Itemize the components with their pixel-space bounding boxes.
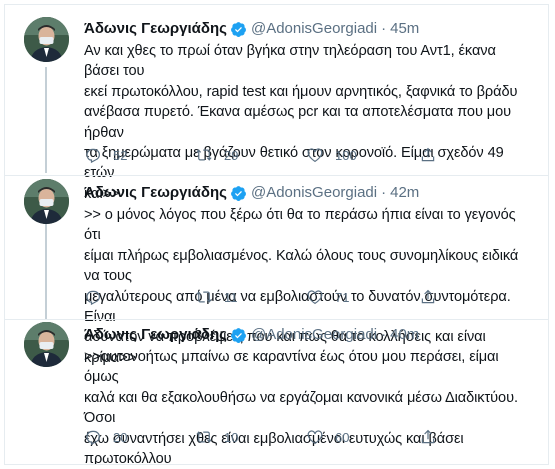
author-handle[interactable]: @AdonisGeorgiadi bbox=[251, 325, 377, 345]
retweet-button[interactable]: 11 bbox=[195, 287, 238, 307]
tweet-header: Άδωνις Γεωργιάδης @AdonisGeorgiadi · 42m bbox=[84, 183, 419, 203]
tweet[interactable]: Άδωνις Γεωργιάδης @AdonisGeorgiadi · 45m… bbox=[5, 5, 548, 202]
reply-button[interactable]: 20 bbox=[84, 427, 127, 447]
author-handle[interactable]: @AdonisGeorgiadi bbox=[251, 183, 377, 203]
author-handle[interactable]: @AdonisGeorgiadi bbox=[251, 19, 377, 39]
timestamp[interactable]: 45m bbox=[390, 19, 419, 39]
like-count: 71 bbox=[335, 289, 350, 305]
reply-button[interactable] bbox=[84, 287, 113, 307]
like-button[interactable]: 71 bbox=[306, 287, 349, 307]
like-count: 100 bbox=[335, 147, 357, 163]
retweet-icon bbox=[196, 149, 212, 161]
timestamp[interactable]: 42m bbox=[390, 183, 419, 203]
retweet-count: 29 bbox=[224, 147, 239, 163]
share-button[interactable] bbox=[419, 427, 437, 447]
reply-count: 52 bbox=[113, 147, 128, 163]
like-button[interactable]: 60 bbox=[306, 427, 349, 447]
retweet-button[interactable]: 10 bbox=[195, 427, 238, 447]
retweet-count: 10 bbox=[224, 429, 239, 445]
reply-button[interactable]: 52 bbox=[84, 145, 127, 165]
separator-dot: · bbox=[381, 326, 387, 343]
share-icon bbox=[421, 147, 435, 162]
retweet-count: 11 bbox=[224, 289, 238, 305]
profile-photo bbox=[24, 322, 69, 367]
author-name[interactable]: Άδωνις Γεωργιάδης bbox=[84, 19, 227, 39]
verified-badge-icon bbox=[231, 185, 246, 201]
tweet-actions: 52 29 100 bbox=[84, 145, 504, 165]
avatar[interactable] bbox=[24, 17, 69, 62]
tweet-header: Άδωνις Γεωργιάδης @AdonisGeorgiadi · 40m bbox=[84, 325, 419, 345]
share-icon bbox=[421, 289, 435, 304]
avatar[interactable] bbox=[24, 179, 69, 224]
verified-badge-icon bbox=[231, 21, 246, 37]
verified-badge-icon bbox=[231, 327, 246, 343]
heart-icon bbox=[307, 148, 323, 163]
tweet-thread: Άδωνις Γεωργιάδης @AdonisGeorgiadi · 45m… bbox=[4, 4, 549, 465]
tweet-header: Άδωνις Γεωργιάδης @AdonisGeorgiadi · 45m bbox=[84, 19, 419, 39]
tweet[interactable]: Άδωνις Γεωργιάδης @AdonisGeorgiadi · 42m… bbox=[5, 176, 548, 366]
profile-photo bbox=[24, 179, 69, 224]
reply-count: 20 bbox=[113, 429, 128, 445]
profile-photo bbox=[24, 17, 69, 62]
reply-icon bbox=[86, 148, 100, 164]
author-name[interactable]: Άδωνις Γεωργιάδης bbox=[84, 183, 227, 203]
heart-icon bbox=[307, 430, 323, 445]
tweet-actions: 20 10 60 bbox=[84, 427, 504, 447]
timestamp[interactable]: 40m bbox=[390, 325, 419, 345]
author-name[interactable]: Άδωνις Γεωργιάδης bbox=[84, 325, 227, 345]
retweet-button[interactable]: 29 bbox=[195, 145, 238, 165]
reply-icon bbox=[86, 430, 100, 446]
retweet-icon bbox=[196, 431, 212, 443]
like-button[interactable]: 100 bbox=[306, 145, 357, 165]
share-button[interactable] bbox=[419, 287, 437, 307]
tweet-text: >>αυτονοήτως μπαίνω σε καραντίνα έως ότο… bbox=[84, 349, 518, 465]
reply-icon bbox=[86, 290, 100, 306]
separator-dot: · bbox=[381, 20, 387, 37]
separator-dot: · bbox=[381, 184, 387, 201]
share-icon bbox=[421, 429, 435, 444]
retweet-icon bbox=[196, 291, 212, 303]
heart-icon bbox=[307, 290, 323, 305]
avatar[interactable] bbox=[24, 322, 69, 367]
tweet-actions: 11 71 bbox=[84, 287, 504, 307]
like-count: 60 bbox=[335, 429, 350, 445]
tweet[interactable]: Άδωνις Γεωργιάδης @AdonisGeorgiadi · 40m… bbox=[5, 320, 548, 465]
share-button[interactable] bbox=[419, 145, 437, 165]
